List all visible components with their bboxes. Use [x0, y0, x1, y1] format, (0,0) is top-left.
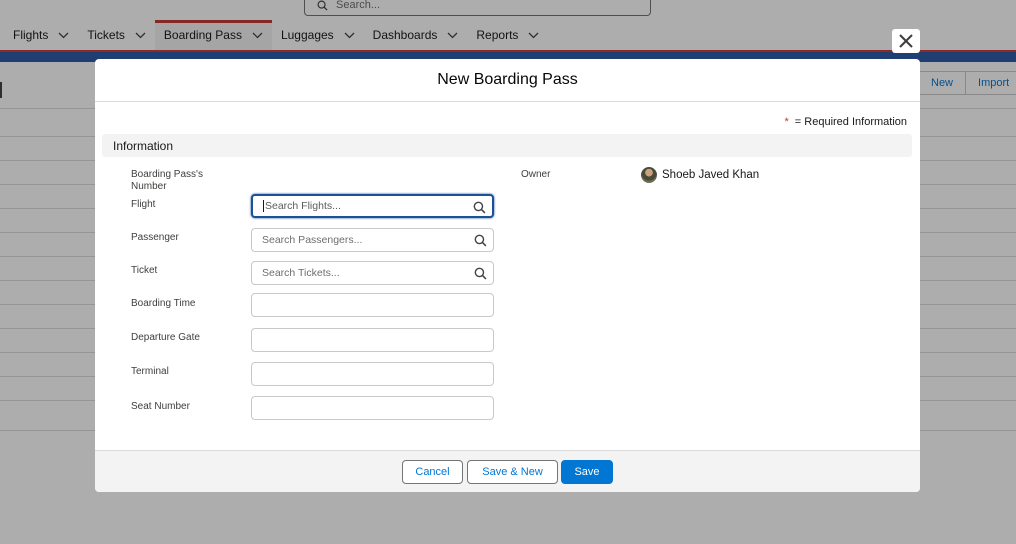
required-star: * — [784, 116, 789, 128]
close-icon — [899, 34, 913, 48]
departure-gate-label: Departure Gate — [131, 332, 200, 343]
boarding-pass-number-label: Boarding Pass's Number — [131, 169, 203, 192]
seat-number-input[interactable] — [251, 396, 494, 420]
modal-footer: Cancel Save & New Save — [95, 450, 920, 492]
modal-title: New Boarding Pass — [437, 71, 578, 88]
terminal-input[interactable] — [251, 362, 494, 386]
passenger-label: Passenger — [131, 232, 179, 243]
flight-lookup-input[interactable]: Search Flights... — [251, 194, 494, 218]
close-modal-button[interactable] — [892, 29, 920, 53]
ticket-lookup-input[interactable]: Search Tickets... — [251, 261, 494, 285]
modal-header: New Boarding Pass — [95, 59, 920, 102]
seat-number-label: Seat Number — [131, 401, 190, 412]
new-boarding-pass-modal: New Boarding Pass * = Required Informatio… — [95, 59, 920, 492]
search-icon[interactable] — [474, 267, 487, 280]
ticket-label: Ticket — [131, 265, 158, 276]
search-icon[interactable] — [474, 234, 487, 247]
owner-name[interactable]: Shoeb Javed Khan — [662, 169, 759, 181]
flight-label: Flight — [131, 199, 156, 210]
passenger-placeholder: Search Passengers... — [262, 234, 363, 246]
flight-placeholder: Search Flights... — [265, 200, 341, 212]
required-info-legend: * = Required Information — [785, 116, 907, 128]
save-button[interactable]: Save — [561, 460, 613, 484]
owner-value: Shoeb Javed Khan — [641, 167, 759, 183]
terminal-label: Terminal — [131, 366, 169, 377]
boarding-time-input[interactable] — [251, 293, 494, 317]
owner-label: Owner — [521, 169, 551, 180]
text-caret — [263, 200, 264, 212]
departure-gate-input[interactable] — [251, 328, 494, 352]
save-and-new-button[interactable]: Save & New — [467, 460, 558, 484]
section-title: Information — [113, 138, 174, 153]
ticket-placeholder: Search Tickets... — [262, 267, 340, 279]
avatar — [641, 167, 657, 183]
passenger-lookup-input[interactable]: Search Passengers... — [251, 228, 494, 252]
section-information[interactable]: Information — [102, 134, 912, 157]
boarding-time-label: Boarding Time — [131, 298, 196, 309]
search-icon[interactable] — [473, 201, 486, 214]
cancel-button[interactable]: Cancel — [402, 460, 463, 484]
required-info-text: = Required Information — [794, 116, 907, 128]
